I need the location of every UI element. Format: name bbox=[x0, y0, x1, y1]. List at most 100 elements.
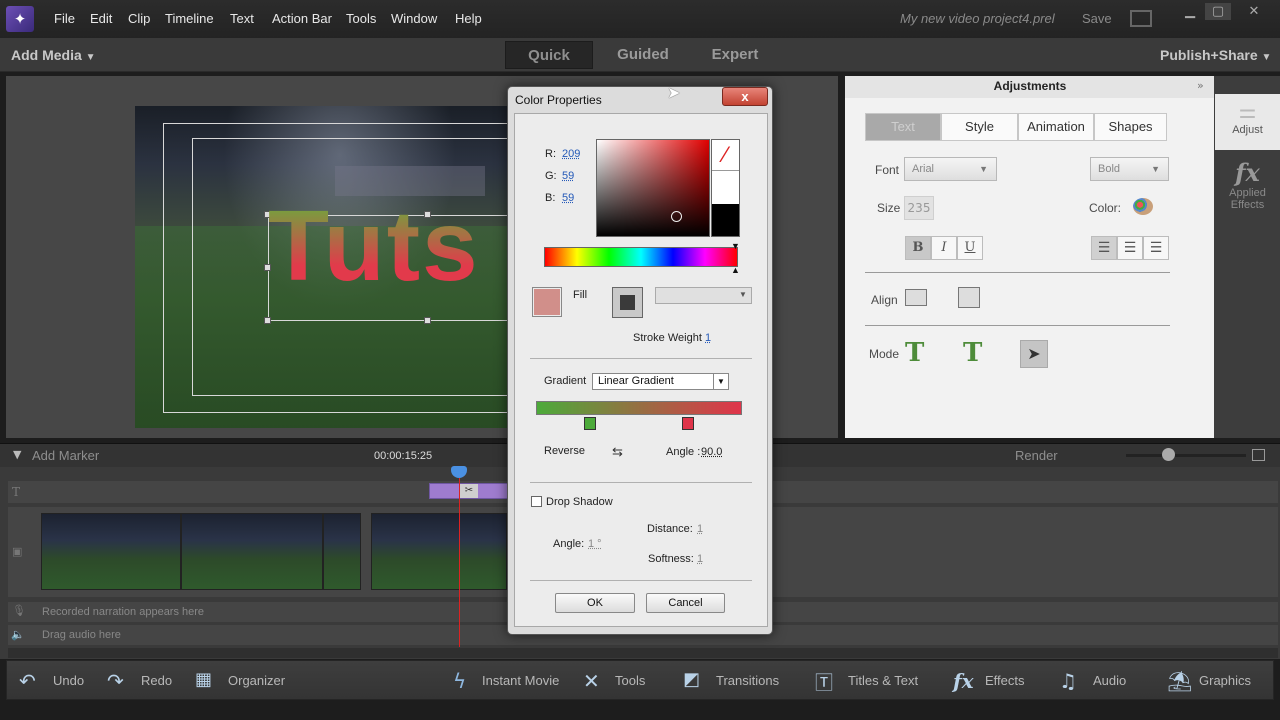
align-center-icon[interactable]: ☰ bbox=[1117, 236, 1143, 260]
video-clip-thumbnail[interactable] bbox=[41, 513, 181, 590]
color-field[interactable] bbox=[596, 139, 710, 237]
bold-button[interactable]: B bbox=[905, 236, 931, 260]
menu-tools[interactable]: Tools bbox=[346, 11, 376, 26]
cancel-button[interactable]: Cancel bbox=[646, 593, 725, 613]
menu-window[interactable]: Window bbox=[391, 11, 437, 26]
hue-slider-bottom-arrow[interactable]: ▲ bbox=[731, 265, 740, 275]
video-clip-thumbnail[interactable] bbox=[371, 513, 507, 590]
applied-effects-button[interactable]: fx Applied Effects bbox=[1215, 158, 1280, 232]
underline-button[interactable]: U bbox=[957, 236, 983, 260]
timeline-expand-icon[interactable] bbox=[1252, 449, 1265, 461]
instant-movie-button[interactable]: Instant Movie bbox=[482, 673, 559, 688]
add-media-button[interactable]: Add Media ▼ bbox=[11, 47, 96, 63]
stroke-dropdown[interactable]: ▼ bbox=[655, 287, 752, 304]
titles-text-button[interactable]: Titles & Text bbox=[848, 673, 918, 688]
fullscreen-icon[interactable] bbox=[1130, 10, 1152, 27]
tab-style[interactable]: Style bbox=[941, 113, 1018, 141]
video-clip-thumbnail[interactable] bbox=[181, 513, 323, 590]
tab-text[interactable]: Text bbox=[865, 113, 941, 141]
adjust-tool-button[interactable]: ⚌ Adjust bbox=[1215, 94, 1280, 150]
menu-text[interactable]: Text bbox=[230, 11, 254, 26]
maximize-icon[interactable]: ▢ bbox=[1205, 3, 1231, 20]
menu-action-bar[interactable]: Action Bar bbox=[272, 11, 332, 26]
tab-shapes[interactable]: Shapes bbox=[1094, 113, 1167, 141]
transitions-button[interactable]: Transitions bbox=[716, 673, 779, 688]
publish-share-button[interactable]: Publish+Share ▼ bbox=[1160, 47, 1271, 63]
title-track-icon: T bbox=[12, 485, 21, 499]
graphics-button[interactable]: Graphics bbox=[1199, 673, 1251, 688]
audio-button[interactable]: Audio bbox=[1093, 673, 1126, 688]
font-value: Arial bbox=[912, 163, 935, 175]
italic-button[interactable]: I bbox=[931, 236, 957, 260]
redo-button[interactable]: Redo bbox=[141, 673, 172, 688]
angle-input[interactable]: 90.0 bbox=[701, 446, 722, 458]
b-value-input[interactable]: 59 bbox=[562, 192, 574, 204]
selection-tool-icon[interactable]: ➤ bbox=[1020, 340, 1048, 368]
horizontal-type-icon[interactable]: T bbox=[905, 338, 924, 368]
drop-shadow-checkbox[interactable] bbox=[531, 496, 542, 507]
add-marker-button[interactable]: Add Marker bbox=[32, 448, 99, 463]
color-picker-cursor[interactable] bbox=[671, 211, 682, 222]
ok-button[interactable]: OK bbox=[555, 593, 635, 613]
menu-edit[interactable]: Edit bbox=[90, 11, 112, 26]
stroke-weight-input[interactable]: 1 bbox=[705, 332, 711, 344]
effects-button[interactable]: Effects bbox=[985, 673, 1025, 688]
font-dropdown[interactable]: Arial ▼ bbox=[904, 157, 997, 181]
reverse-gradient-icon[interactable]: ⇆ bbox=[612, 444, 623, 460]
gradient-stop-red[interactable] bbox=[682, 417, 694, 430]
g-value-input[interactable]: 59 bbox=[562, 170, 574, 182]
timeline-scrollbar[interactable] bbox=[8, 648, 1278, 658]
render-button[interactable]: Render bbox=[1015, 448, 1058, 463]
distance-input[interactable]: 1 bbox=[697, 523, 703, 535]
dialog-close-button[interactable]: x bbox=[722, 87, 768, 106]
font-style-dropdown[interactable]: Bold ▼ bbox=[1090, 157, 1169, 181]
zoom-slider-track[interactable] bbox=[1126, 454, 1246, 457]
tab-expert[interactable]: Expert bbox=[694, 41, 776, 69]
menu-timeline[interactable]: Timeline bbox=[165, 11, 214, 26]
tab-guided[interactable]: Guided bbox=[602, 41, 684, 69]
tab-animation[interactable]: Animation bbox=[1018, 113, 1094, 141]
save-button[interactable]: Save bbox=[1082, 11, 1112, 26]
stroke-weight-label: Stroke Weight bbox=[633, 332, 702, 344]
mode-bar: Add Media ▼ Quick Guided Expert Publish+… bbox=[0, 38, 1280, 72]
align-horizontal-icon[interactable] bbox=[905, 289, 927, 306]
color-palette-icon[interactable] bbox=[1133, 198, 1153, 215]
minimize-icon[interactable]: ▁ bbox=[1177, 3, 1203, 20]
shadow-angle-input[interactable]: 1 ° bbox=[588, 538, 602, 550]
gradient-type-dropdown[interactable]: Linear Gradient ▼ bbox=[592, 373, 729, 390]
fill-color-swatch[interactable] bbox=[532, 287, 562, 317]
title-text-overlay[interactable]: Tuts bbox=[268, 196, 480, 296]
r-value-input[interactable]: 209 bbox=[562, 148, 580, 160]
tab-quick[interactable]: Quick bbox=[505, 41, 593, 69]
resize-handle[interactable] bbox=[424, 317, 431, 324]
close-window-icon[interactable]: ✕ bbox=[1241, 3, 1267, 20]
gradient-stop-green[interactable] bbox=[584, 417, 596, 430]
align-left-icon[interactable]: ☰ bbox=[1091, 236, 1117, 260]
vertical-type-icon[interactable]: T bbox=[963, 338, 982, 368]
graphics-icon: ⛱ bbox=[1167, 669, 1193, 693]
black-swatch[interactable] bbox=[712, 204, 739, 236]
undo-button[interactable]: Undo bbox=[53, 673, 84, 688]
size-input[interactable]: 235 bbox=[904, 196, 934, 220]
zoom-slider-handle[interactable] bbox=[1162, 448, 1175, 461]
collapse-panel-icon[interactable]: » bbox=[1197, 79, 1204, 92]
menu-file[interactable]: File bbox=[54, 11, 75, 26]
menu-help[interactable]: Help bbox=[455, 11, 482, 26]
scissors-icon[interactable]: ✂ bbox=[460, 484, 478, 498]
hue-slider-top-arrow[interactable]: ▼ bbox=[731, 241, 740, 251]
audio-placeholder: Drag audio here bbox=[42, 629, 121, 641]
gradient-bar[interactable] bbox=[536, 401, 742, 415]
tools-button[interactable]: Tools bbox=[615, 673, 645, 688]
resize-handle[interactable] bbox=[264, 317, 271, 324]
align-vertical-icon[interactable] bbox=[958, 287, 980, 308]
marker-icon[interactable]: ▼ bbox=[13, 448, 21, 461]
divider bbox=[530, 580, 752, 581]
organizer-button[interactable]: Organizer bbox=[228, 673, 285, 688]
video-clip-thumbnail[interactable] bbox=[323, 513, 361, 590]
menu-clip[interactable]: Clip bbox=[128, 11, 150, 26]
softness-input[interactable]: 1 bbox=[697, 553, 703, 565]
hue-slider[interactable] bbox=[544, 247, 738, 267]
no-color-icon[interactable]: ⁄ bbox=[712, 140, 739, 171]
align-right-icon[interactable]: ☰ bbox=[1143, 236, 1169, 260]
stroke-color-swatch[interactable] bbox=[612, 287, 643, 318]
